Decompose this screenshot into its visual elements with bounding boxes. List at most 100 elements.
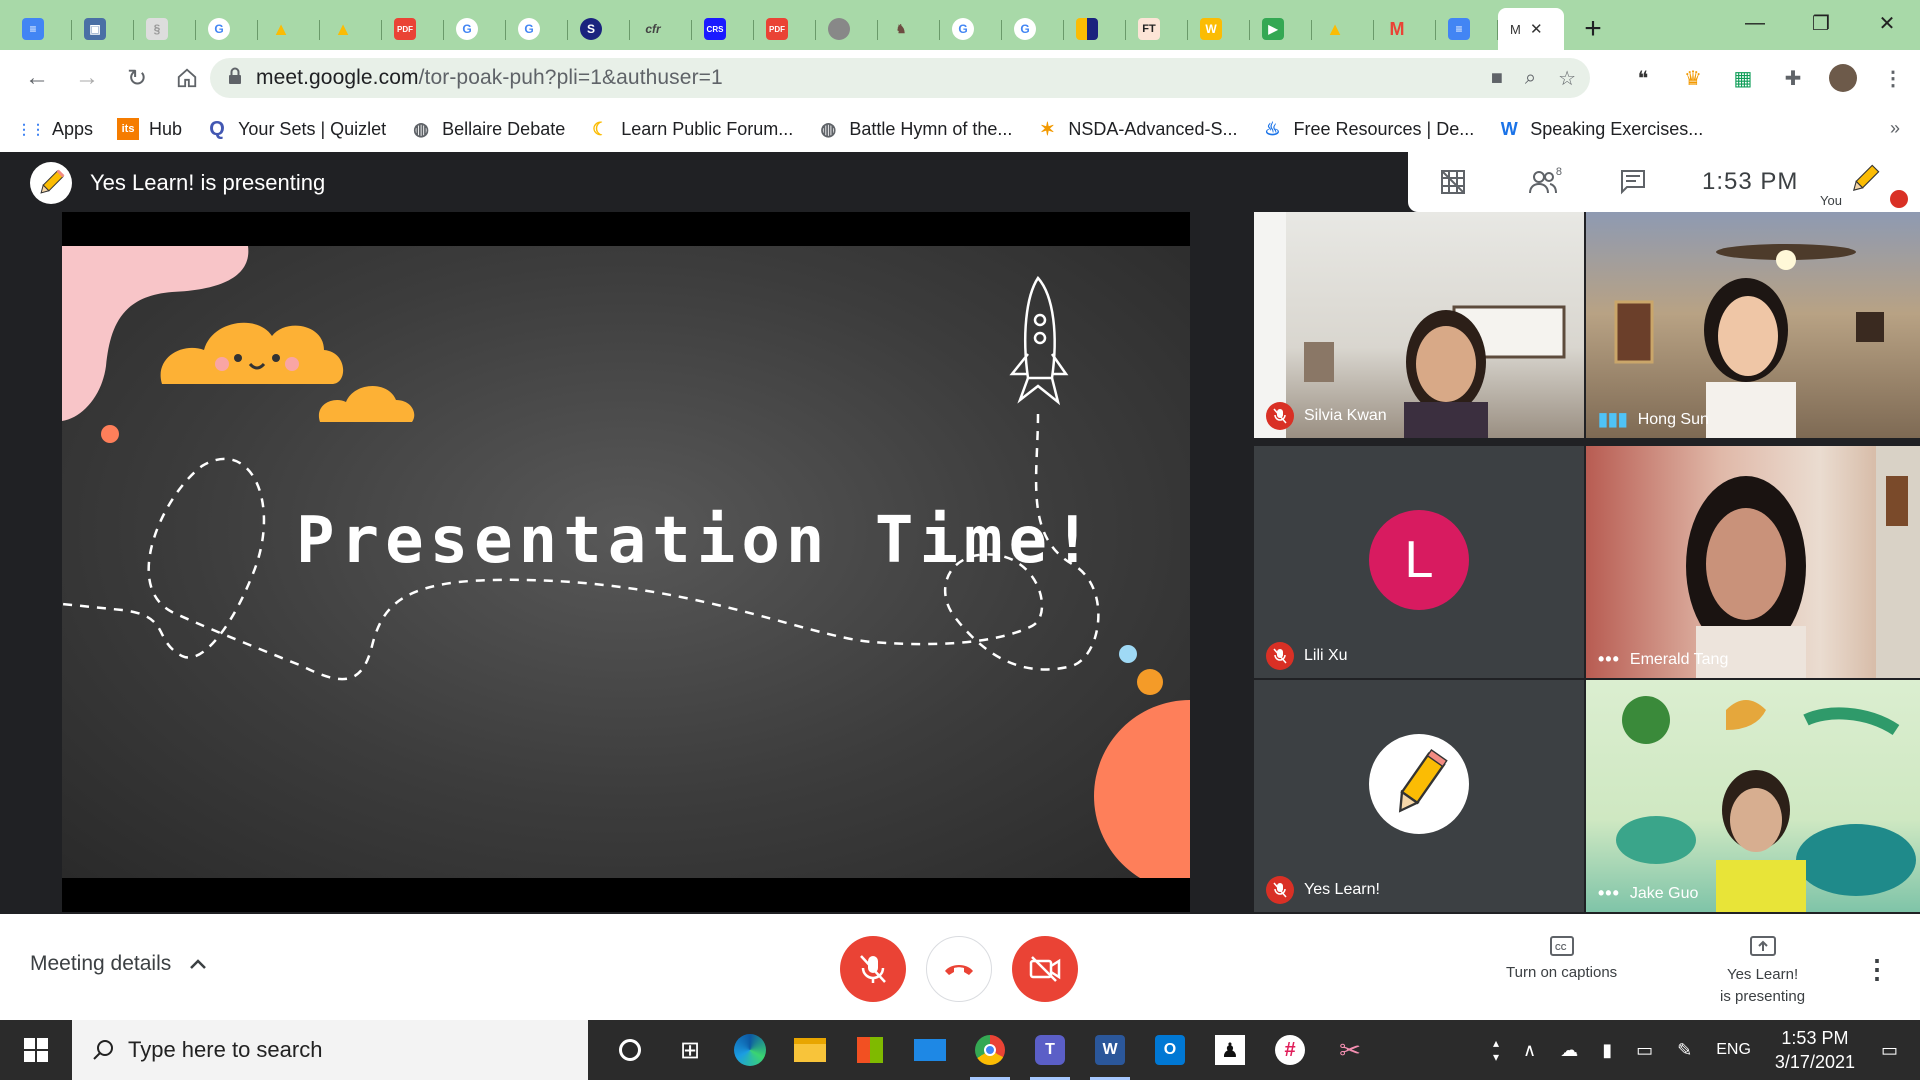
cortana-icon[interactable] bbox=[600, 1020, 660, 1080]
browser-tab[interactable]: cfr bbox=[630, 8, 692, 50]
file-explorer-icon[interactable] bbox=[780, 1020, 840, 1080]
browser-tab[interactable]: W bbox=[1188, 8, 1250, 50]
bookmarks-bar: ⋮⋮ Apps its Hub Q Your Sets | Quizlet ◍ Bell… bbox=[0, 106, 1920, 152]
browser-tab[interactable]: G bbox=[444, 8, 506, 50]
task-view-icon[interactable]: ⊞ bbox=[660, 1020, 720, 1080]
notifications-icon[interactable]: ▭ bbox=[1867, 1040, 1920, 1061]
slack-icon[interactable]: # bbox=[1260, 1020, 1320, 1080]
camera-toggle-button[interactable] bbox=[1012, 936, 1078, 1002]
snipping-tool-icon[interactable]: ✂ bbox=[1320, 1020, 1380, 1080]
browser-tab[interactable]: PDF bbox=[754, 8, 816, 50]
bookmark-speaking-exercises[interactable]: W Speaking Exercises... bbox=[1498, 118, 1704, 140]
bookmark-label: Speaking Exercises... bbox=[1530, 118, 1704, 139]
participant-tile[interactable]: ▮▮▮ Hong Sun bbox=[1586, 212, 1920, 438]
pen-icon[interactable]: ✎ bbox=[1665, 1040, 1704, 1061]
browser-tab[interactable]: FT bbox=[1126, 8, 1188, 50]
language-indicator[interactable]: ENG bbox=[1704, 1041, 1763, 1059]
self-view[interactable]: You bbox=[1812, 160, 1908, 210]
chrome-menu-icon[interactable]: ⋮ bbox=[1878, 56, 1908, 100]
bookmark-public-forum[interactable]: ☾ Learn Public Forum... bbox=[589, 118, 793, 140]
participant-tile[interactable]: ••• Jake Guo bbox=[1586, 680, 1920, 912]
taskbar-clock[interactable]: 1:53 PM 3/17/2021 bbox=[1763, 1026, 1867, 1074]
more-options-icon[interactable]: ••• bbox=[1598, 883, 1620, 904]
layout-grid-button[interactable] bbox=[1408, 152, 1498, 212]
browser-tab[interactable]: ▲ bbox=[1312, 8, 1374, 50]
chrome-icon[interactable] bbox=[960, 1020, 1020, 1080]
browser-tab[interactable]: ▣ bbox=[72, 8, 134, 50]
participant-tile[interactable]: ••• Emerald Tang bbox=[1586, 446, 1920, 678]
presentation-screen[interactable]: Presentation Time! bbox=[62, 212, 1190, 912]
word-icon[interactable]: W bbox=[1080, 1020, 1140, 1080]
participants-button[interactable]: 8 bbox=[1498, 152, 1588, 212]
taskbar-search[interactable]: Type here to search bbox=[72, 1020, 588, 1080]
browser-tab[interactable]: ≡ bbox=[1436, 8, 1498, 50]
more-options-icon[interactable]: ⋮ bbox=[1864, 954, 1890, 985]
profile-avatar[interactable] bbox=[1828, 56, 1858, 100]
show-hidden-icons-icon[interactable]: ∧ bbox=[1511, 1040, 1548, 1061]
browser-tab[interactable]: G bbox=[506, 8, 568, 50]
close-window-icon[interactable]: ✕ bbox=[1854, 0, 1920, 46]
battery-icon[interactable]: ▭ bbox=[1624, 1040, 1665, 1061]
browser-tab[interactable]: ≡ bbox=[10, 8, 72, 50]
bookmark-apps[interactable]: ⋮⋮ Apps bbox=[17, 118, 93, 140]
bookmark-free-resources[interactable]: ♨ Free Resources | De... bbox=[1261, 118, 1474, 140]
bookmark-battle-hymn[interactable]: ◍ Battle Hymn of the... bbox=[817, 118, 1012, 140]
participant-tile[interactable]: L Lili Xu bbox=[1254, 446, 1584, 678]
browser-tab[interactable]: ♞ bbox=[878, 8, 940, 50]
minimize-icon[interactable]: — bbox=[1722, 0, 1788, 46]
chat-button[interactable] bbox=[1588, 152, 1678, 212]
browser-tab[interactable]: § bbox=[134, 8, 196, 50]
bookmark-hub[interactable]: its Hub bbox=[117, 118, 182, 140]
microphone-tray-icon[interactable]: ▮ bbox=[1590, 1040, 1624, 1061]
kindle-reader-icon[interactable]: ♟ bbox=[1200, 1020, 1260, 1080]
browser-tab[interactable]: M bbox=[1374, 8, 1436, 50]
browser-tab[interactable]: S bbox=[568, 8, 630, 50]
participant-tile[interactable]: Silvia Kwan bbox=[1254, 212, 1584, 438]
bookmark-quizlet[interactable]: Q Your Sets | Quizlet bbox=[206, 118, 386, 140]
present-now-button[interactable]: Yes Learn! is presenting bbox=[1720, 936, 1805, 1008]
browser-tab[interactable] bbox=[816, 8, 878, 50]
trophy-extension-icon[interactable]: ♛ bbox=[1678, 56, 1708, 100]
quote-extension-icon[interactable]: ❝ bbox=[1628, 56, 1658, 100]
onedrive-icon[interactable]: ☁ bbox=[1548, 1040, 1590, 1061]
browser-tab[interactable]: CRS bbox=[692, 8, 754, 50]
zoom-icon[interactable]: ⌕ bbox=[1525, 67, 1536, 90]
home-icon[interactable] bbox=[164, 55, 210, 101]
participant-tile[interactable]: Yes Learn! bbox=[1254, 680, 1584, 912]
leave-call-button[interactable] bbox=[926, 936, 992, 1002]
browser-tab[interactable]: G bbox=[196, 8, 258, 50]
browser-tab[interactable]: ▲ bbox=[258, 8, 320, 50]
bookmark-bellaire[interactable]: ◍ Bellaire Debate bbox=[410, 118, 565, 140]
browser-tab[interactable]: PDF bbox=[382, 8, 444, 50]
scroll-arrows-icon[interactable]: ▴ ▾ bbox=[1481, 1036, 1511, 1064]
captions-button[interactable]: CC Turn on captions bbox=[1506, 936, 1617, 984]
browser-tab[interactable]: ▲ bbox=[320, 8, 382, 50]
edge-icon[interactable] bbox=[720, 1020, 780, 1080]
restore-icon[interactable]: ❐ bbox=[1788, 0, 1854, 46]
teams-icon[interactable]: T bbox=[1020, 1020, 1080, 1080]
more-options-icon[interactable]: ••• bbox=[1598, 649, 1620, 670]
microphone-toggle-button[interactable] bbox=[840, 936, 906, 1002]
start-button[interactable] bbox=[0, 1020, 72, 1080]
more-bookmarks-icon[interactable]: » bbox=[1890, 118, 1900, 139]
browser-tab[interactable]: ▶ bbox=[1250, 8, 1312, 50]
browser-tab[interactable] bbox=[1064, 8, 1126, 50]
meeting-details-button[interactable]: Meeting details bbox=[30, 952, 207, 976]
back-icon[interactable]: ← bbox=[14, 55, 60, 101]
address-bar[interactable]: meet.google.com/tor-poak-puh?pli=1&authu… bbox=[210, 58, 1590, 98]
outlook-icon[interactable]: O bbox=[1140, 1020, 1200, 1080]
sheets-extension-icon[interactable]: ▦ bbox=[1728, 56, 1758, 100]
bookmark-nsda[interactable]: ✶ NSDA-Advanced-S... bbox=[1036, 118, 1238, 140]
browser-tab-active[interactable]: M ✕ bbox=[1498, 8, 1564, 50]
close-tab-icon[interactable]: ✕ bbox=[1530, 20, 1543, 38]
camera-icon[interactable]: ■ bbox=[1491, 67, 1503, 90]
puzzle-extensions-icon[interactable]: ✚ bbox=[1778, 56, 1808, 100]
new-tab-button[interactable]: + bbox=[1572, 8, 1614, 50]
bookmark-star-icon[interactable]: ☆ bbox=[1558, 66, 1576, 91]
microsoft-store-icon[interactable] bbox=[840, 1020, 900, 1080]
reload-icon[interactable]: ↻ bbox=[114, 55, 160, 101]
browser-tab[interactable]: G bbox=[1002, 8, 1064, 50]
forward-icon[interactable]: → bbox=[64, 55, 110, 101]
browser-tab[interactable]: G bbox=[940, 8, 1002, 50]
mail-icon[interactable] bbox=[900, 1020, 960, 1080]
